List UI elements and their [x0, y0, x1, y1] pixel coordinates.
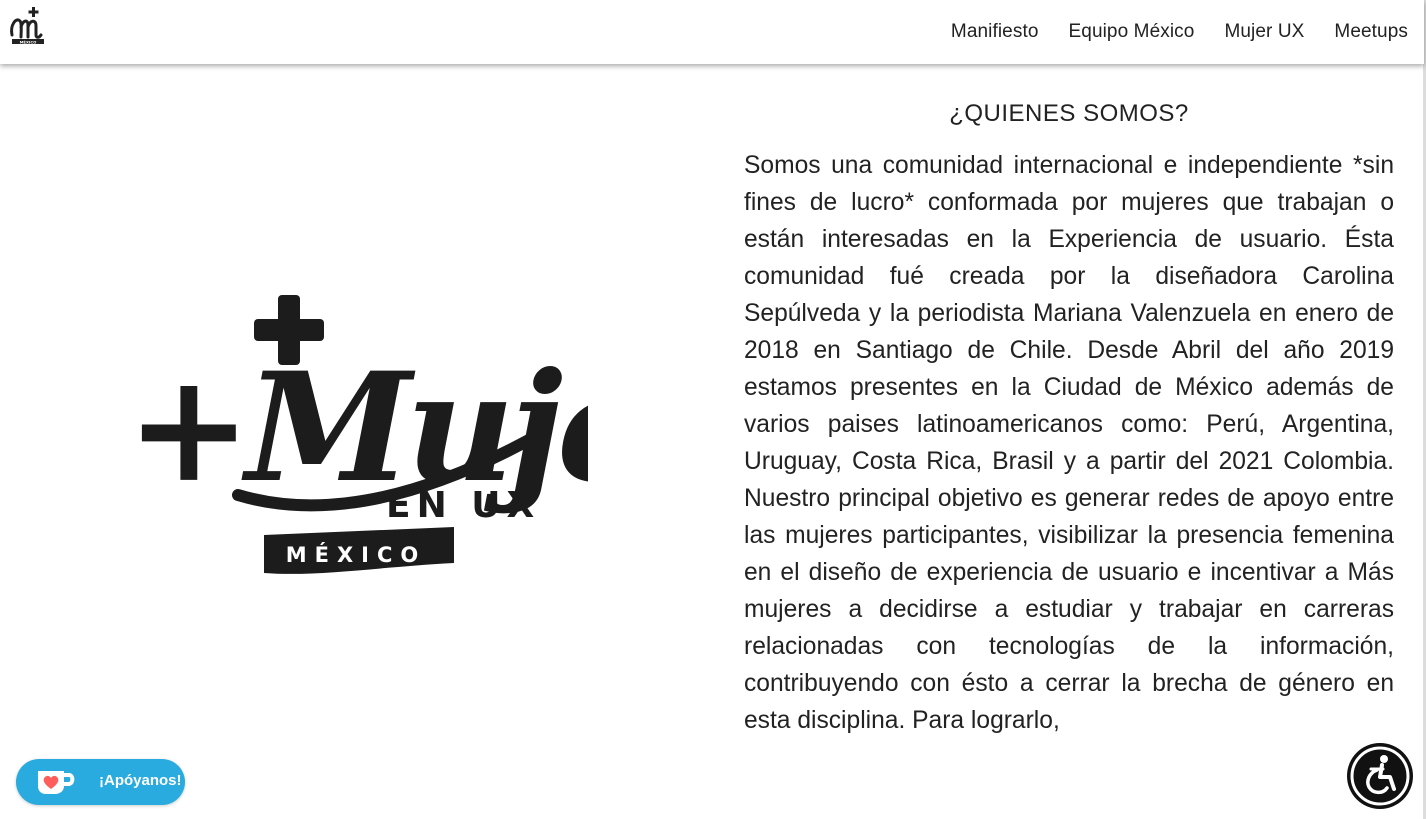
support-button[interactable]: ¡Apóyanos!: [16, 759, 185, 805]
logo-en-ux-text: EN UX: [386, 485, 540, 526]
nav-mujer-ux[interactable]: Mujer UX: [1224, 21, 1304, 43]
support-label: ¡Apóyanos!: [99, 772, 182, 789]
site-header: MÉXICO Manifiesto Equipo México Mujer UX…: [0, 0, 1424, 64]
mujeres-en-ux-mexico-logo: +Mujeres EN UX MÉXICO: [126, 295, 588, 574]
svg-text:MÉXICO: MÉXICO: [20, 39, 37, 44]
logo-mexico-text: MÉXICO: [286, 542, 427, 567]
nav-equipo-mexico[interactable]: Equipo México: [1069, 21, 1195, 43]
accessibility-icon: [1350, 746, 1410, 806]
main-nav: Manifiesto Equipo México Mujer UX Meetup…: [921, 0, 1408, 64]
ko-fi-cup-icon: [38, 771, 75, 794]
brand-logo-icon[interactable]: MÉXICO: [8, 5, 48, 47]
about-paragraph: Somos una comunidad internacional e inde…: [744, 152, 1394, 734]
page: MÉXICO Manifiesto Equipo México Mujer UX…: [0, 0, 1426, 819]
section-title: ¿QUIENES SOMOS?: [949, 100, 1189, 127]
accessibility-button[interactable]: [1347, 743, 1413, 809]
nav-manifiesto[interactable]: Manifiesto: [951, 21, 1039, 43]
nav-meetups[interactable]: Meetups: [1334, 21, 1408, 43]
